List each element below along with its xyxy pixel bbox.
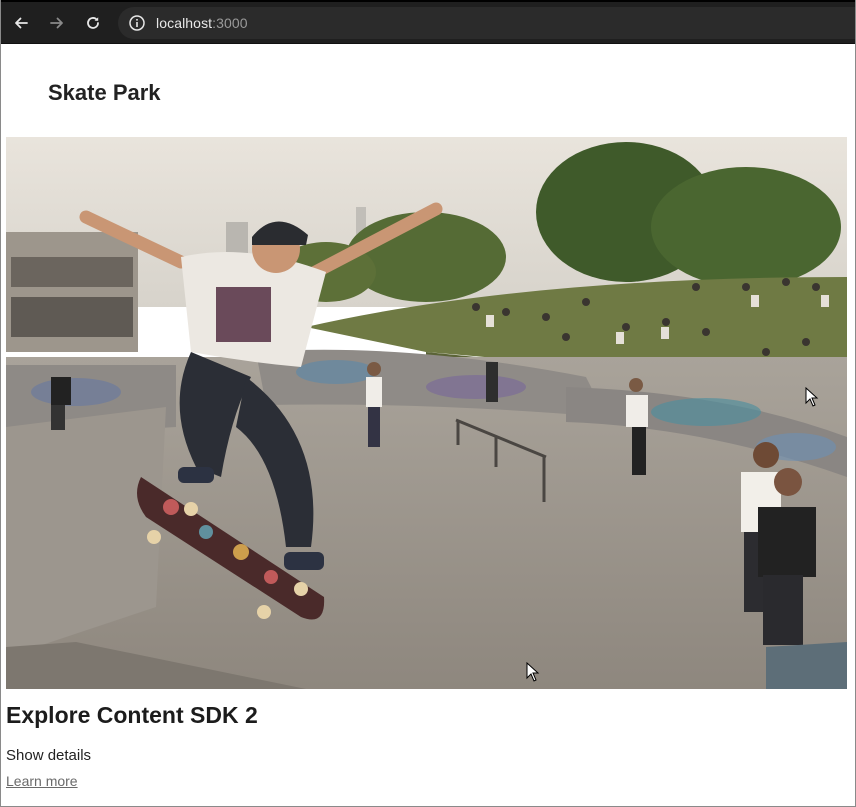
back-button[interactable] — [8, 10, 34, 36]
forward-button[interactable] — [44, 10, 70, 36]
url-port: :3000 — [212, 15, 248, 31]
url-host: localhost — [156, 15, 213, 31]
arrow-right-icon — [50, 17, 63, 29]
skate-park-photo — [6, 137, 847, 689]
site-title: Skate Park — [48, 80, 161, 105]
info-icon[interactable] — [128, 14, 146, 32]
address-bar[interactable]: localhost:3000 — [118, 7, 856, 39]
learn-more-link[interactable]: Learn more — [6, 773, 78, 789]
show-details-toggle[interactable]: Show details — [6, 747, 91, 764]
mouse-cursor-icon — [805, 387, 819, 407]
page-content: Skate Park Explore Content SDK 2 Show de… — [0, 44, 856, 807]
mouse-cursor-icon — [526, 662, 540, 682]
browser-toolbar: localhost:3000 — [0, 0, 856, 46]
arrow-left-icon — [15, 17, 28, 29]
card-heading: Explore Content SDK 2 — [6, 702, 258, 728]
reload-button[interactable] — [80, 10, 106, 36]
reload-icon — [87, 17, 99, 29]
hero-image — [6, 137, 847, 689]
url-text[interactable]: localhost:3000 — [156, 15, 248, 31]
